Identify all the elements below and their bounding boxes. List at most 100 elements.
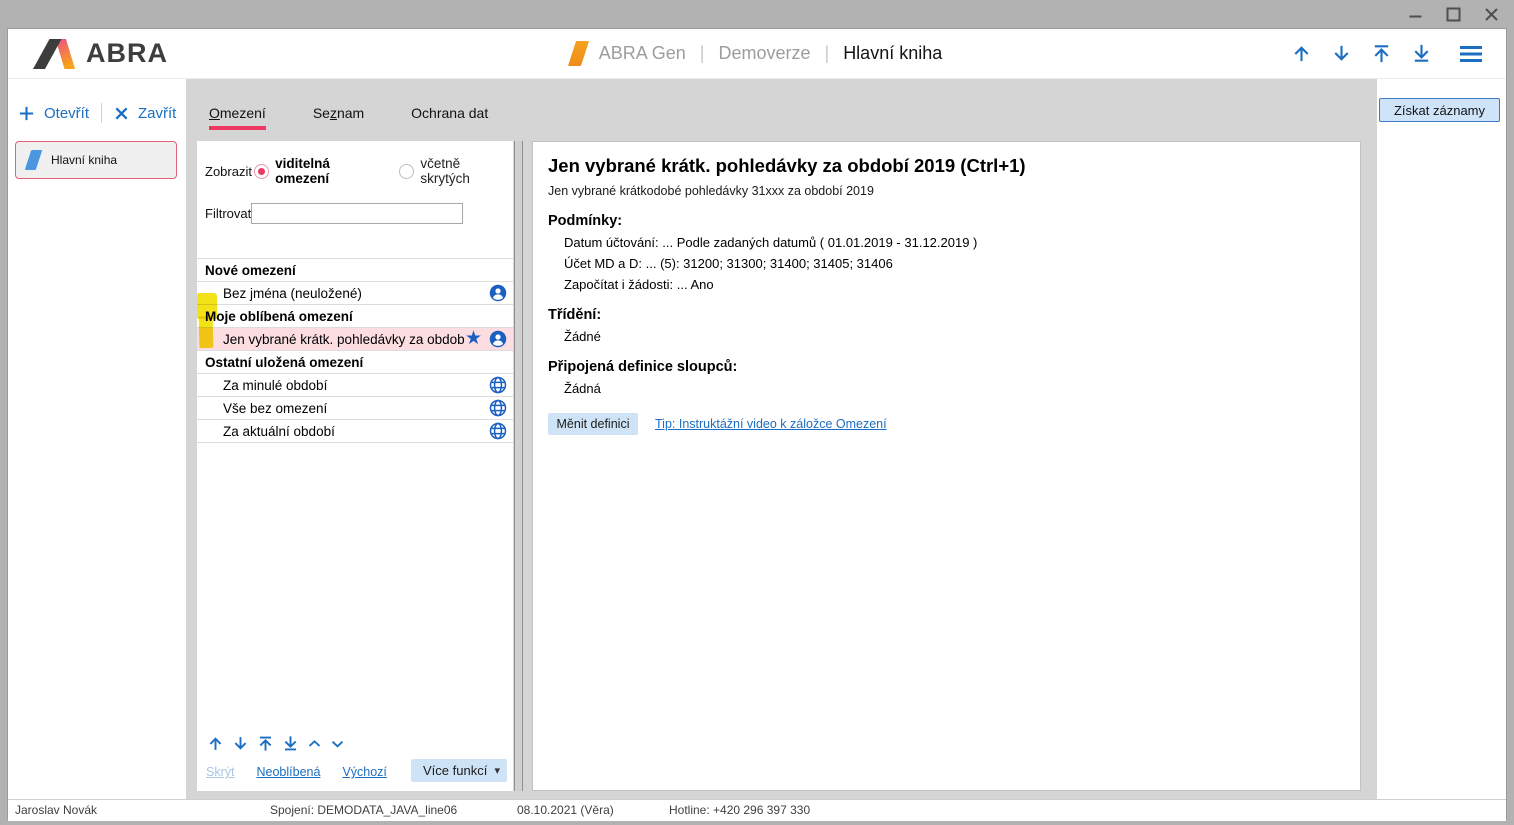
environment-name: Demoverze (718, 43, 810, 64)
header-toolbar (1290, 42, 1484, 65)
status-bar: Jaroslav Novák Spojení: DEMODATA_JAVA_li… (8, 799, 1506, 821)
chevron-up-icon[interactable] (306, 735, 323, 752)
arrow-to-top-icon[interactable] (1370, 42, 1393, 65)
radio-visible-restrictions[interactable] (254, 164, 269, 179)
list-group-header: Ostatní uložená omezení (197, 351, 513, 374)
abra-logo: ABRA (32, 38, 168, 69)
dropdown-caret-icon: ▾ (494, 764, 500, 777)
globe-icon (489, 399, 507, 417)
move-to-top-icon[interactable] (256, 734, 275, 753)
main-area: Omezení Seznam Ochrana dat Zobrazit vidi… (186, 79, 1377, 799)
sorting-header: Třídění: (548, 307, 1345, 323)
status-connection: Spojení: DEMODATA_JAVA_line06 (270, 803, 457, 817)
right-sidebar: Získat záznamy (1377, 79, 1506, 799)
condition-line: Datum účtování: ... Podle zadaných datum… (564, 235, 1345, 250)
sidebar-item-hlavni-kniha[interactable]: Hlavní kniha (15, 141, 177, 179)
abra-logo-icon (32, 39, 76, 69)
list-group-header: Moje oblíbená omezení (197, 305, 513, 328)
book-slab-icon (25, 150, 42, 170)
columns-header: Připojená definice sloupců: (548, 359, 1345, 375)
filter-label: Filtrovat (205, 206, 251, 221)
change-definition-button[interactable]: Měnit definici (548, 413, 638, 435)
open-button[interactable]: Otevřít (44, 105, 89, 122)
restrictions-list: Nové omezení Bez jména (neuložené) Moje … (197, 258, 513, 443)
tab-label: Se (313, 105, 330, 121)
list-item-label: Za minulé období (223, 378, 489, 393)
status-user: Jaroslav Novák (15, 803, 97, 817)
radio-visible-label[interactable]: viditelná omezení (275, 156, 377, 186)
more-functions-button[interactable]: Více funkcí ▾ (411, 759, 507, 782)
list-item-label: Bez jména (neuložené) (223, 286, 489, 301)
tutorial-video-link[interactable]: Tip: Instruktážní video k záložce Omezen… (655, 417, 887, 431)
tab-omezeni[interactable]: Omezení (209, 105, 266, 130)
divider (101, 103, 102, 123)
arrow-down-icon[interactable] (1330, 42, 1353, 65)
maximize-button[interactable] (1444, 5, 1462, 23)
minimize-icon (1408, 7, 1423, 22)
columns-value: Žádná (564, 381, 1345, 396)
close-x-icon[interactable] (114, 106, 129, 121)
arrow-to-bottom-icon[interactable] (1410, 42, 1433, 65)
condition-line: Započítat i žádosti: ... Ano (564, 277, 1345, 292)
user-icon (489, 330, 507, 348)
move-up-icon[interactable] (206, 734, 225, 753)
group-header-label: Moje oblíbená omezení (205, 309, 353, 324)
list-item-bez-jmena[interactable]: Bez jména (neuložené) (197, 282, 513, 305)
close-button[interactable] (1482, 5, 1500, 23)
app-window: ABRA ABRA Gen | Demoverze | Hlavní kniha (7, 28, 1507, 820)
conditions-header: Podmínky: (548, 213, 1345, 229)
close-icon (1484, 7, 1499, 22)
arrow-up-icon[interactable] (1290, 42, 1313, 65)
tab-ochrana-dat[interactable]: Ochrana dat (411, 105, 488, 130)
tab-strip: Omezení Seznam Ochrana dat (186, 79, 1377, 141)
zobrazit-label: Zobrazit (205, 164, 254, 179)
module-slab-icon (568, 41, 589, 66)
hide-link: Skrýt (206, 765, 234, 779)
group-header-label: Nové omezení (205, 263, 296, 278)
list-item-selected[interactable]: Jen vybrané krátk. pohledávky za období … (197, 328, 513, 351)
tab-seznam[interactable]: Seznam (313, 105, 364, 130)
globe-icon (489, 376, 507, 394)
tab-accesskey: z (330, 105, 337, 121)
detail-subtitle: Jen vybrané krátkodobé pohledávky 31xxx … (548, 184, 1345, 198)
hamburger-menu-icon[interactable] (1458, 43, 1484, 65)
tab-label: mezení (220, 105, 266, 121)
minimize-button[interactable] (1406, 5, 1424, 23)
list-item-za-aktualni[interactable]: Za aktuální období (197, 420, 513, 443)
globe-icon (489, 422, 507, 440)
detail-title: Jen vybrané krátk. pohledávky za období … (548, 155, 1345, 177)
plus-icon[interactable] (18, 105, 35, 122)
more-functions-label: Více funkcí (423, 763, 487, 778)
move-to-bottom-icon[interactable] (281, 734, 300, 753)
panel-splitter[interactable] (514, 141, 523, 791)
left-sidebar: Otevřít Zavřít Hlavní kniha (8, 79, 186, 799)
unfavorite-link[interactable]: Neoblíbená (256, 765, 320, 779)
breadcrumb-separator: | (700, 43, 705, 64)
list-item-label: Jen vybrané krátk. pohledávky za období … (223, 332, 465, 347)
filter-input[interactable] (251, 203, 463, 224)
list-item-za-minule[interactable]: Za minulé období (197, 374, 513, 397)
list-footer: Skrýt Neoblíbená Výchozí Více funkcí ▾ (206, 734, 507, 779)
maximize-icon (1446, 7, 1461, 22)
list-group-header: Nové omezení (197, 259, 513, 282)
tab-accesskey: O (209, 105, 220, 121)
get-records-button[interactable]: Získat záznamy (1379, 98, 1500, 122)
list-item-label: Za aktuální období (223, 424, 489, 439)
close-book-button[interactable]: Zavřít (138, 105, 176, 122)
app-name: ABRA Gen (599, 43, 686, 64)
module-title: Hlavní kniha (843, 43, 942, 64)
window-titlebar (0, 0, 1514, 28)
chevron-down-icon[interactable] (329, 735, 346, 752)
group-header-label: Ostatní uložená omezení (205, 355, 363, 370)
user-icon (489, 284, 507, 302)
status-date: 08.10.2021 (Věra) (517, 803, 614, 817)
restrictions-panel: Zobrazit viditelná omezení včetně skrytý… (197, 141, 513, 791)
radio-hidden-label[interactable]: včetně skrytých (420, 156, 505, 186)
radio-including-hidden[interactable] (399, 164, 414, 179)
default-link[interactable]: Výchozí (342, 765, 386, 779)
list-item-vse-bez[interactable]: Vše bez omezení (197, 397, 513, 420)
move-down-icon[interactable] (231, 734, 250, 753)
sorting-value: Žádné (564, 329, 1345, 344)
favorite-star-icon[interactable]: ★ (465, 330, 482, 348)
abra-logo-text: ABRA (86, 38, 168, 69)
